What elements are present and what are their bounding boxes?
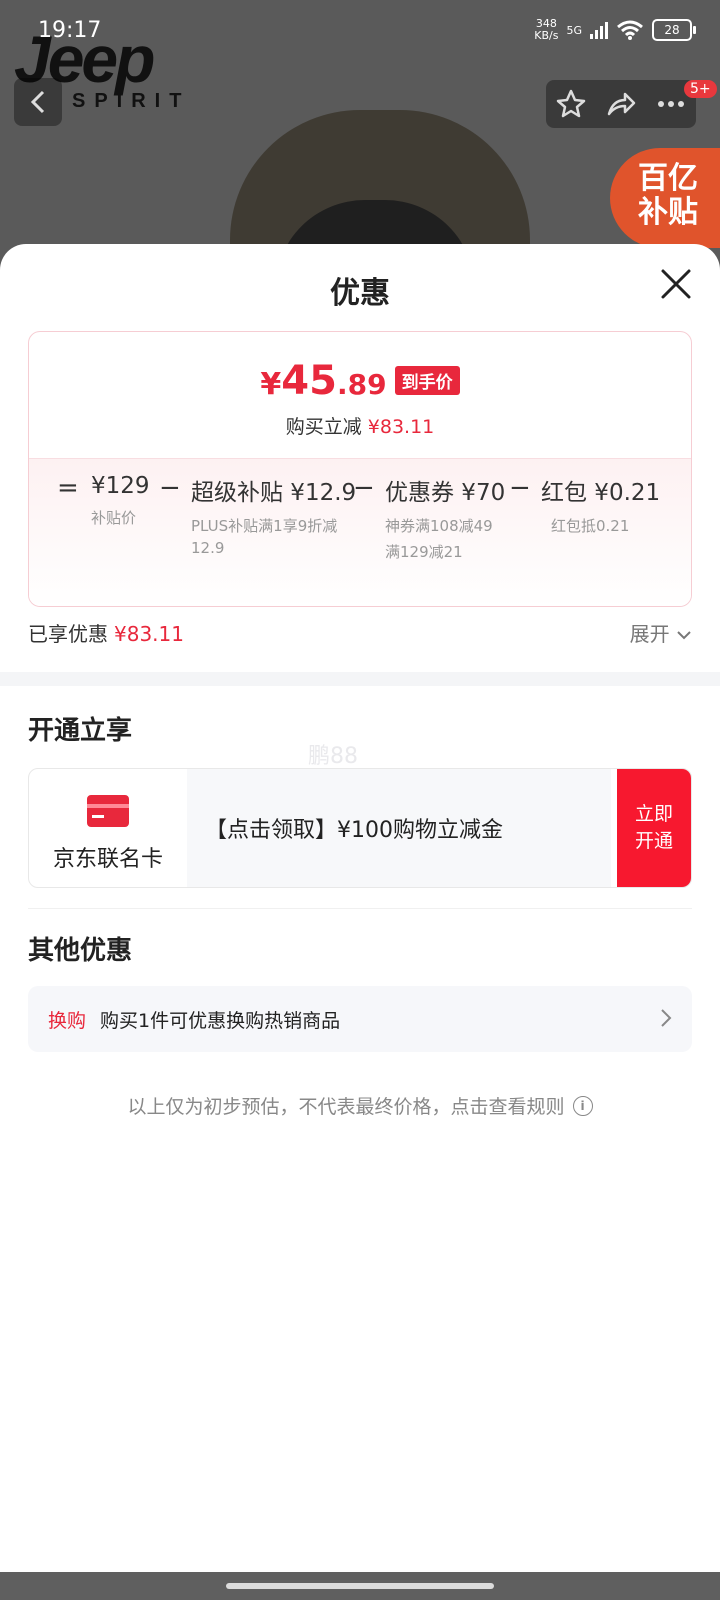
breakdown-item: 超级补贴 ¥12.9 PLUS补贴满1享9折减12.9: [191, 473, 357, 559]
breakdown-item-value: ¥129: [91, 473, 150, 499]
open-now-label-2: 开通: [634, 830, 673, 852]
sheet-title: 优惠: [330, 276, 390, 311]
status-indicators: 348 KB/s 5G 28: [534, 18, 696, 42]
network-type: 5G: [566, 23, 582, 37]
minus-sign: −: [353, 473, 375, 503]
chevron-down-icon: [677, 631, 691, 640]
final-price-tag: 到手价: [394, 366, 460, 395]
wifi-icon: [617, 20, 643, 40]
final-price-row: ¥45.89 到手价: [29, 332, 691, 404]
open-now-button[interactable]: 立即 开通: [617, 769, 691, 887]
net-speed: 348 KB/s: [534, 18, 558, 42]
card-offer-text[interactable]: 【点击领取】¥100购物立减金: [187, 769, 611, 887]
more-icon[interactable]: [655, 88, 687, 120]
battery-icon: 28: [652, 19, 696, 41]
disclaimer[interactable]: 以上仅为初步预估，不代表最终价格，点击查看规则 i: [0, 1092, 720, 1119]
divider: [28, 908, 692, 909]
price-breakdown-card: ¥45.89 到手价 购买立减 ¥83.11 = ¥129 补贴价 − 超级补贴 …: [28, 331, 692, 607]
home-bar[interactable]: [226, 1583, 494, 1589]
home-indicator-area: [0, 1572, 720, 1600]
status-bar: 19:17 348 KB/s 5G 28: [0, 0, 720, 60]
share-icon[interactable]: [605, 88, 637, 120]
star-icon[interactable]: [555, 88, 587, 120]
notification-badge: 5+: [684, 80, 717, 98]
instant-cut: 购买立减 ¥83.11: [29, 412, 691, 439]
instant-cut-value: ¥83.11: [367, 416, 435, 438]
subsidy-badge-line1: 百亿: [638, 161, 698, 196]
disclaimer-text: 以上仅为初步预估，不代表最终价格，点击查看规则: [127, 1096, 565, 1118]
watermark: 鹏88: [308, 744, 358, 769]
card-info: 京东联名卡: [29, 769, 188, 887]
instant-cut-label: 购买立减: [285, 416, 362, 438]
breakdown-item-note: 神券满108减49: [385, 517, 493, 535]
open-section-title: 开通立享: [28, 716, 133, 746]
breakdown-item-value: 超级补贴 ¥12.9: [191, 480, 357, 506]
close-icon[interactable]: [656, 264, 696, 304]
expand-button[interactable]: 展开: [630, 618, 692, 647]
final-price-currency: ¥: [260, 367, 282, 402]
chevron-left-icon: [30, 90, 45, 114]
open-now-label-1: 立即: [634, 803, 673, 825]
final-price-integer: 45: [281, 358, 337, 404]
final-price-section: ¥45.89 到手价 购买立减 ¥83.11: [29, 332, 691, 458]
expand-label: 展开: [629, 622, 670, 646]
discount-sheet: 优惠 鹏88 ¥45.89 到手价 购买立减 ¥83.11 = ¥129 补贴价 …: [0, 244, 720, 1600]
subsidy-badge-line2: 补贴: [638, 195, 698, 230]
breakdown-item-note: 补贴价: [91, 509, 137, 527]
net-speed-unit: KB/s: [534, 29, 559, 42]
chevron-right-icon: [661, 1009, 672, 1027]
exchange-tag: 换购: [48, 1009, 87, 1032]
brand-sub: SPIRIT: [72, 90, 191, 112]
breakdown-item: ¥129 补贴价: [91, 473, 150, 529]
exchange-purchase-row[interactable]: 换购 购买1件可优惠换购热销商品: [28, 986, 692, 1052]
enjoyed-label: 已享优惠: [28, 622, 108, 646]
final-price-decimal: .89: [336, 368, 387, 401]
other-section-title: 其他优惠: [28, 936, 133, 966]
card-name: 京东联名卡: [52, 847, 163, 872]
minus-sign: −: [159, 473, 181, 503]
credit-card-icon: [87, 795, 129, 827]
section-divider: [0, 672, 720, 686]
enjoyed-discount-row: 已享优惠 ¥83.11 展开: [28, 618, 692, 647]
price-formula: = ¥129 补贴价 − 超级补贴 ¥12.9 PLUS补贴满1享9折减12.9…: [29, 458, 691, 606]
signal-icon: [590, 21, 608, 39]
exchange-text: 购买1件可优惠换购热销商品: [100, 1009, 341, 1032]
breakdown-item: 红包 ¥0.21 红包抵0.21: [541, 473, 660, 537]
equals-sign: =: [57, 473, 79, 503]
subsidy-badge[interactable]: 百亿 补贴: [610, 148, 720, 248]
breakdown-item-note: 红包抵0.21: [551, 517, 630, 535]
breakdown-item-value: 红包 ¥0.21: [541, 480, 661, 506]
minus-sign: −: [509, 473, 531, 503]
status-time: 19:17: [38, 18, 102, 43]
enjoyed-value: ¥83.11: [114, 622, 184, 646]
breakdown-item-note: 满129减21: [385, 543, 463, 561]
co-branded-card-offer[interactable]: 京东联名卡 【点击领取】¥100购物立减金 立即 开通: [28, 768, 692, 888]
breakdown-item: 优惠券 ¥70 神券满108减49 满129减21: [385, 473, 506, 563]
top-action-group: [546, 80, 696, 128]
breakdown-item-note: PLUS补贴满1享9折减12.9: [191, 517, 338, 557]
info-icon: i: [572, 1095, 593, 1116]
back-button[interactable]: [14, 78, 62, 126]
breakdown-item-value: 优惠券 ¥70: [385, 480, 506, 506]
final-price: ¥45.89: [260, 358, 386, 404]
